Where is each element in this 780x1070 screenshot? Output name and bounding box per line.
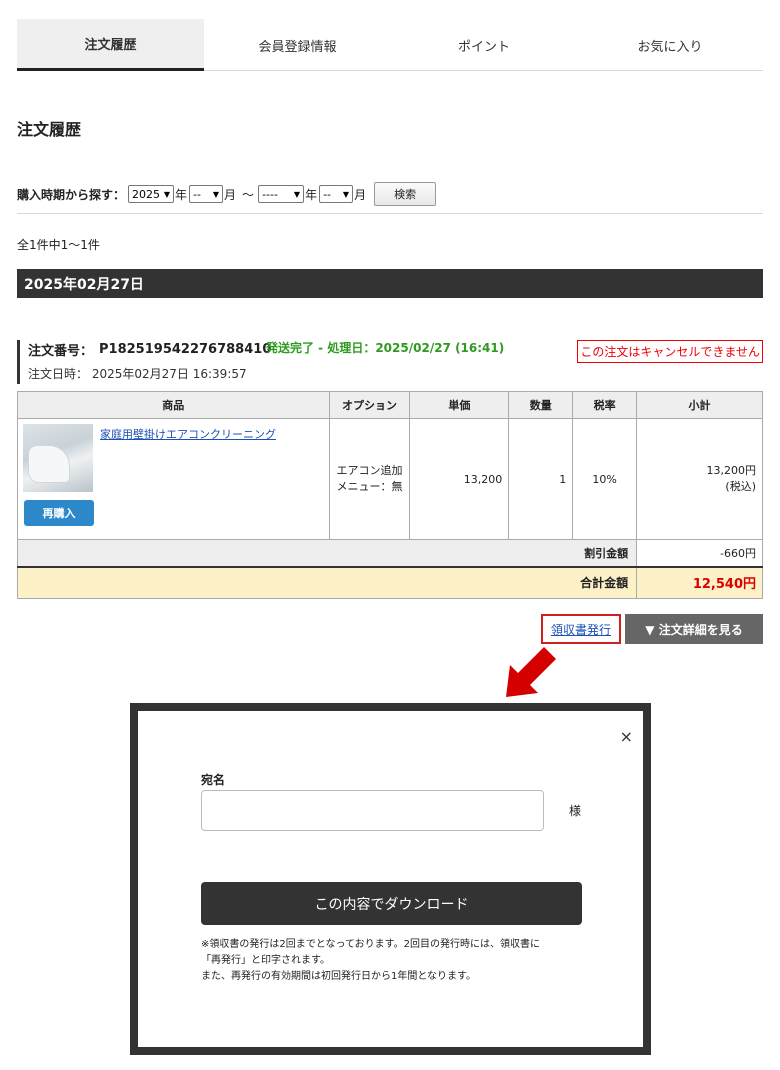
receipt-note: ※領収書の発行は2回までとなっております。2回目の発行時には、領収書に 「再発行… — [201, 937, 601, 985]
chevron-down-icon: ▼ — [212, 189, 220, 199]
search-button[interactable]: 検索 — [374, 182, 437, 206]
note-line: ※領収書の発行は2回までとなっております。2回目の発行時には、領収書に — [201, 939, 541, 950]
year-to-select[interactable]: ---- ▼ — [258, 185, 305, 203]
recipient-input[interactable] — [201, 790, 544, 831]
chevron-down-icon: ▼ — [342, 189, 350, 199]
order-number: P182519542276788410 — [99, 342, 272, 357]
month-from-value: -- — [193, 187, 201, 201]
tab-favorites[interactable]: お気に入り — [577, 19, 763, 71]
chevron-down-icon: ▼ — [293, 189, 301, 199]
total-value: 12,540円 — [636, 565, 763, 599]
product-cell: 家庭用壁掛けエアコンクリーニング 再購入 — [17, 418, 330, 540]
date-filter: 購入時期から探す： 2025 ▼ 年 -- ▼ 月 ～ ---- ▼ 年 -- ▼ 月 … — [17, 182, 437, 206]
subtotal-note: (税込) — [725, 480, 756, 493]
month-unit: 月 — [354, 187, 367, 202]
year-from-value: 2025 — [132, 187, 161, 201]
rebuy-button[interactable]: 再購入 — [24, 500, 94, 526]
order-date-header: 2025年02月27日 — [17, 269, 763, 298]
cancel-notice: この注文はキャンセルできません — [577, 340, 763, 363]
year-unit: 年 — [305, 187, 318, 202]
recipient-label: 宛名 — [201, 773, 226, 787]
month-to-select[interactable]: -- ▼ — [319, 185, 354, 203]
year-from-select[interactable]: 2025 ▼ — [128, 185, 175, 203]
discount-row: 割引金額 -660円 — [16, 539, 763, 567]
chevron-down-icon: ▼ — [163, 189, 171, 199]
page-title: 注文履歴 — [17, 120, 82, 139]
table-header-row: 商品 オプション 単価 数量 税率 小計 — [17, 391, 763, 419]
close-icon[interactable]: × — [620, 727, 633, 746]
tab-bar: 注文履歴 会員登録情報 ポイント お気に入り — [17, 19, 763, 71]
option-line: エアコン追加 — [336, 464, 403, 477]
total-label: 合計金額 — [16, 565, 638, 599]
tab-member-info[interactable]: 会員登録情報 — [204, 19, 391, 71]
year-to-value: ---- — [262, 187, 278, 201]
receipt-issue-link[interactable]: 領収書発行 — [541, 614, 621, 644]
month-from-select[interactable]: -- ▼ — [189, 185, 224, 203]
tab-order-history[interactable]: 注文履歴 — [17, 19, 204, 71]
col-header-unit-price: 単価 — [409, 391, 510, 419]
order-header: 注文番号： P182519542276788410 発送完了 - 処理日：202… — [17, 340, 763, 384]
year-unit: 年 — [175, 187, 188, 202]
total-row: 合計金額 12,540円 — [16, 565, 763, 599]
view-order-details-button[interactable]: ▼ 注文詳細を見る — [625, 614, 763, 644]
option-line: メニュー：無 — [336, 480, 403, 493]
note-line: また、再発行の有効期間は初回発行日から1年間となります。 — [201, 971, 477, 982]
range-tilde: ～ — [242, 187, 255, 202]
tab-points[interactable]: ポイント — [391, 19, 577, 71]
col-header-qty: 数量 — [508, 391, 574, 419]
result-count: 全1件中1～1件 — [17, 238, 100, 252]
tax-cell: 10% — [572, 418, 638, 540]
honorific-suffix: 様 — [569, 804, 582, 818]
arrow-down-left-icon — [506, 647, 556, 697]
note-line: 「再発行」と印字されます。 — [201, 955, 330, 966]
col-header-option: オプション — [328, 391, 411, 419]
month-to-value: -- — [323, 187, 332, 201]
col-header-tax: 税率 — [572, 391, 638, 419]
subtotal-cell: 13,200円 (税込) — [636, 418, 763, 540]
unit-price-cell: 13,200 — [409, 418, 510, 540]
order-datetime: 注文日時： 2025年02月27日 16:39:57 — [28, 365, 763, 382]
divider — [17, 213, 763, 214]
product-link[interactable]: 家庭用壁掛けエアコンクリーニング — [100, 426, 276, 442]
discount-value: -660円 — [636, 539, 763, 567]
table-row: 家庭用壁掛けエアコンクリーニング 再購入 エアコン追加 メニュー：無 13,20… — [17, 418, 763, 540]
qty-cell: 1 — [508, 418, 574, 540]
order-date-value: 2025年02月27日 16:39:57 — [91, 367, 247, 381]
filter-label: 購入時期から探す： — [17, 187, 126, 202]
month-unit: 月 — [224, 187, 237, 202]
col-header-subtotal: 小計 — [636, 391, 763, 419]
col-header-product: 商品 — [17, 391, 330, 419]
product-image[interactable] — [23, 424, 93, 492]
discount-label: 割引金額 — [16, 539, 638, 567]
receipt-modal: × 宛名 様 この内容でダウンロード ※領収書の発行は2回までとなっております。… — [130, 703, 651, 1055]
order-items-table: 商品 オプション 単価 数量 税率 小計 家庭用壁掛けエアコンクリーニング 再購… — [16, 391, 763, 599]
shipping-status: 発送完了 - 処理日：2025/02/27 (16:41) — [266, 341, 505, 355]
subtotal-value: 13,200円 — [706, 464, 757, 477]
option-cell: エアコン追加 メニュー：無 — [328, 418, 411, 540]
download-button[interactable]: この内容でダウンロード — [201, 882, 582, 925]
order-date-label: 注文日時： — [28, 367, 89, 381]
order-number-label: 注文番号： — [28, 344, 94, 359]
